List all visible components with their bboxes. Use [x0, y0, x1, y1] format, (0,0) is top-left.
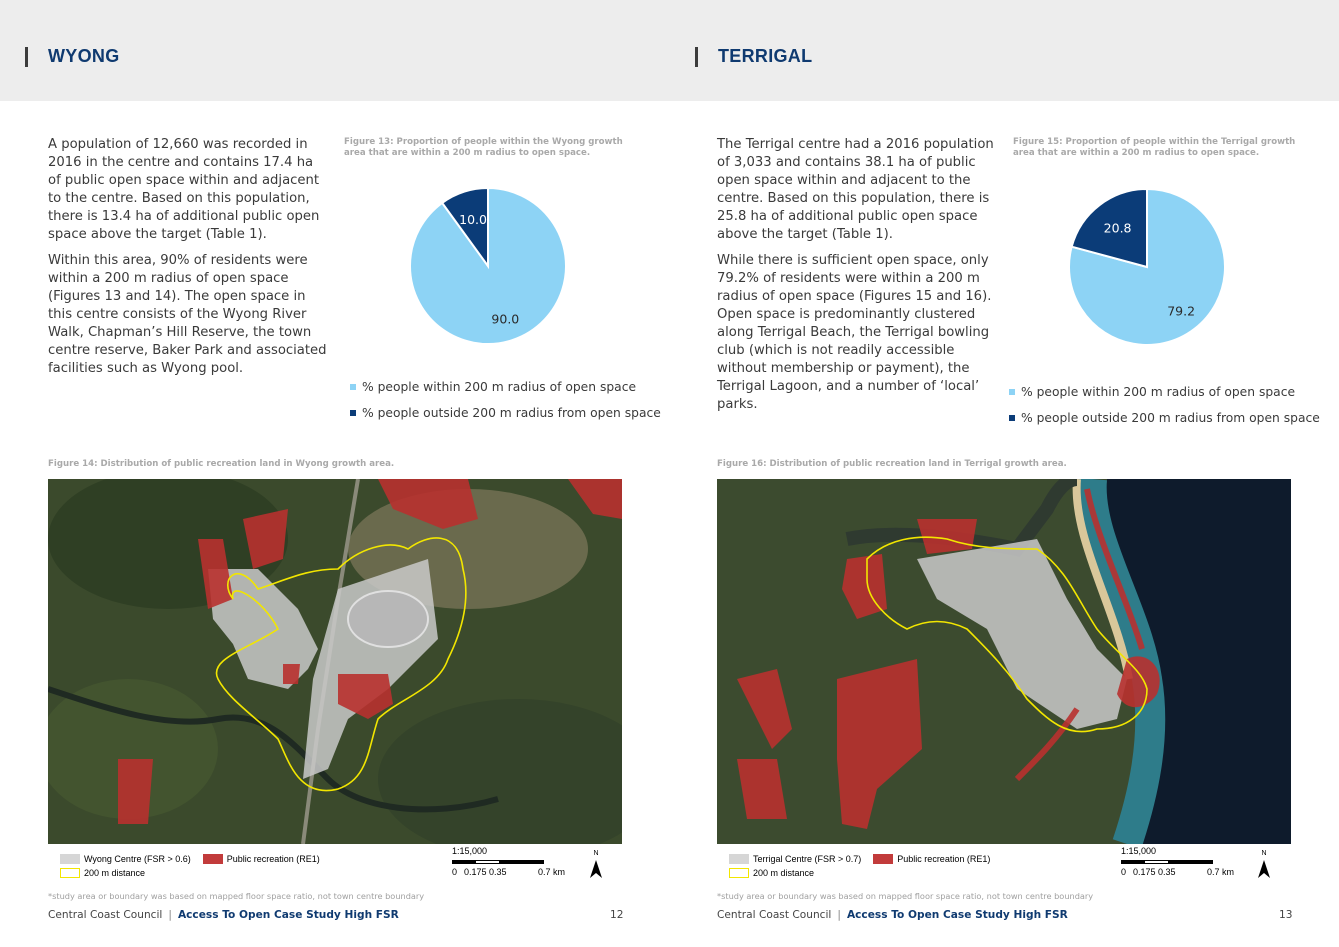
- header-band: [0, 0, 1339, 101]
- scale-tick: 0.7 km: [1207, 867, 1235, 877]
- legend-swatch-within: [1009, 389, 1015, 395]
- scale-tick: 0: [1121, 867, 1127, 877]
- north-label: N: [593, 850, 598, 857]
- map-wyong: [48, 479, 622, 844]
- recreation-area: [283, 664, 300, 684]
- scale-tick: 0.7 km: [538, 867, 566, 877]
- north-arrow-icon: N: [590, 850, 602, 878]
- scale-tick: 0: [452, 867, 458, 877]
- map-legend-wyong: Wyong Centre (FSR > 0.6) Public recreati…: [60, 852, 320, 880]
- footer-org: Central Coast Council: [48, 909, 163, 921]
- scale-ratio: 1:15,000: [452, 846, 488, 856]
- map-terrigal: [717, 479, 1291, 844]
- section-title: WYONG: [48, 46, 120, 66]
- footer-doc-title: Access To Open Case Study High FSR: [177, 909, 399, 921]
- legend-swatch-recreation: [202, 854, 223, 864]
- figure-caption-16: Figure 16: Distribution of public recrea…: [717, 459, 1067, 469]
- legend-swatch-centre: [729, 854, 749, 864]
- legend-swatch-recreation: [873, 854, 894, 864]
- north-label: N: [1261, 850, 1266, 857]
- page-footer: Central Coast Council | Access To Open Cas…: [48, 909, 399, 921]
- legend-label: 200 m distance: [753, 868, 815, 878]
- footer-org: Central Coast Council: [717, 909, 832, 921]
- pie-chart-terrigal: 79.2 20.8: [1068, 187, 1226, 346]
- paragraph: Within this area, 90% of residents were …: [48, 253, 327, 376]
- pie-label: 79.2: [1167, 304, 1195, 319]
- scale-ratio: 1:15,000: [1121, 846, 1157, 856]
- legend-item-within: % people within 200 m radius of open spa…: [1009, 379, 1320, 405]
- footer-separator: |: [837, 909, 841, 921]
- legend-row: Terrigal Centre (FSR > 0.7) Public recre…: [729, 852, 990, 866]
- legend-item-within: % people within 200 m radius of open spa…: [350, 374, 661, 400]
- racecourse: [347, 590, 429, 648]
- figure-caption-13: Figure 13: Proportion of people within t…: [344, 137, 623, 158]
- legend-label: Terrigal Centre (FSR > 0.7): [753, 854, 862, 864]
- paragraph: A population of 12,660 was recorded in 2…: [48, 137, 320, 242]
- legend-item-outside: % people outside 200 m radius from open …: [350, 400, 661, 426]
- heading-bar: [695, 46, 698, 67]
- legend-label: Public recreation (RE1): [897, 854, 991, 864]
- legend-row: 200 m distance: [729, 866, 990, 880]
- pie-label: 20.8: [1104, 221, 1132, 236]
- pie-legend-terrigal: % people within 200 m radius of open spa…: [1009, 379, 1320, 431]
- legend-label: Public recreation (RE1): [226, 854, 320, 864]
- legend-swatch-distance: [60, 868, 80, 878]
- scale-tick: 0.175 0.35: [1133, 867, 1176, 877]
- north-arrow-icon: N: [1258, 850, 1270, 878]
- figure-caption-15: Figure 15: Proportion of people within t…: [1013, 137, 1296, 158]
- legend-row: 200 m distance: [60, 866, 320, 880]
- recreation-area: [118, 759, 153, 824]
- map-wyong-image: [48, 479, 622, 844]
- pie-chart-wyong: 90.0 10.0: [409, 186, 567, 345]
- legend-item-outside: % people outside 200 m radius from open …: [1009, 405, 1320, 431]
- footer-separator: |: [168, 909, 172, 921]
- pie-legend-wyong: % people within 200 m radius of open spa…: [350, 374, 661, 426]
- heading-bar: [25, 46, 28, 67]
- paragraph: While there is sufficient open space, on…: [717, 253, 992, 412]
- footnote: *study area or boundary was based on map…: [48, 891, 425, 901]
- legend-label: % people within 200 m radius of open spa…: [362, 380, 637, 394]
- page-footer: Central Coast Council | Access To Open Cas…: [717, 909, 1068, 921]
- legend-swatch-distance: [729, 868, 749, 878]
- footer-doc-title: Access To Open Case Study High FSR: [846, 909, 1068, 921]
- scale-bar-terrigal: 1:15,000 0 0.175 0.35 0.7 km: [1121, 846, 1251, 878]
- section-heading-wyong: WYONG: [25, 46, 120, 67]
- section-heading-terrigal: TERRIGAL: [695, 46, 812, 67]
- map-terrigal-image: [717, 479, 1291, 844]
- figure-caption-14: Figure 14: Distribution of public recrea…: [48, 459, 395, 469]
- scale-bar-graphic: [452, 860, 544, 864]
- body-text-wyong: A population of 12,660 was recorded in 2…: [48, 136, 330, 386]
- legend-swatch-outside: [1009, 415, 1015, 421]
- pie-label: 90.0: [491, 311, 519, 326]
- page-number: 12: [610, 909, 624, 921]
- legend-label: % people outside 200 m radius from open …: [362, 406, 661, 420]
- body-text-terrigal: The Terrigal centre had a 2016 populatio…: [717, 136, 999, 422]
- legend-row: Wyong Centre (FSR > 0.6) Public recreati…: [60, 852, 320, 866]
- legend-swatch-centre: [60, 854, 80, 864]
- footnote: *study area or boundary was based on map…: [717, 891, 1094, 901]
- scale-tick: 0.175 0.35: [464, 867, 507, 877]
- scale-bar-wyong: 1:15,000 0 0.175 0.35 0.7 km: [452, 846, 582, 878]
- paragraph: The Terrigal centre had a 2016 populatio…: [717, 137, 994, 242]
- legend-swatch-outside: [350, 410, 356, 416]
- legend-label: 200 m distance: [84, 868, 146, 878]
- legend-swatch-within: [350, 384, 356, 390]
- pie-label: 10.0: [459, 212, 487, 227]
- legend-label: % people outside 200 m radius from open …: [1021, 411, 1320, 425]
- map-legend-terrigal: Terrigal Centre (FSR > 0.7) Public recre…: [729, 852, 990, 880]
- section-title: TERRIGAL: [718, 46, 813, 66]
- page-number: 13: [1279, 909, 1293, 921]
- legend-label: % people within 200 m radius of open spa…: [1021, 385, 1296, 399]
- legend-label: Wyong Centre (FSR > 0.6): [84, 854, 191, 864]
- scale-bar-graphic: [1121, 860, 1213, 864]
